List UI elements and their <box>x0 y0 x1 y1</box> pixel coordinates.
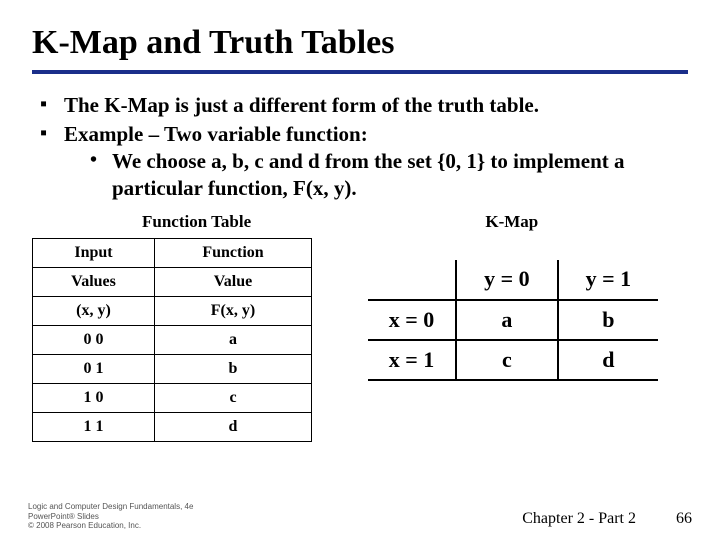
kmap-table: y = 0 y = 1 x = 0 a b x = 1 c d <box>368 260 658 381</box>
slide-title: K-Map and Truth Tables <box>32 24 688 62</box>
copyright-line: Logic and Computer Design Fundamentals, … <box>28 502 193 511</box>
table-row: 1 1 d <box>33 412 312 441</box>
chapter-label: Chapter 2 - Part 2 <box>522 510 636 527</box>
bullet-2: Example – Two variable function: We choo… <box>40 121 688 202</box>
func-xy: 1 1 <box>33 412 155 441</box>
function-table-label: Function Table <box>142 212 251 232</box>
kmap-x0: x = 0 <box>368 300 456 340</box>
func-h1b: Function <box>154 238 311 267</box>
bullet-2a: We choose a, b, c and d from the set {0,… <box>90 148 688 202</box>
kmap-label: K-Map <box>485 212 538 232</box>
function-table: Input Function Values Value (x, y) F(x, … <box>32 238 312 442</box>
kmap-y1: y = 1 <box>558 260 658 300</box>
copyright-line: © 2008 Pearson Education, Inc. <box>28 521 193 530</box>
func-xy: 1 0 <box>33 383 155 412</box>
func-h2b: Value <box>154 267 311 296</box>
func-h1a: Input <box>33 238 155 267</box>
kmap-blank <box>368 260 456 300</box>
func-h3b: F(x, y) <box>154 296 311 325</box>
func-xy: 0 0 <box>33 325 155 354</box>
func-f: b <box>154 354 311 383</box>
title-underline <box>32 70 688 74</box>
bullet-2-text: Example – Two variable function: <box>64 122 368 146</box>
bullet-1: The K-Map is just a different form of th… <box>40 92 688 119</box>
kmap-cell: d <box>558 340 658 380</box>
copyright-line: PowerPoint® Slides <box>28 512 193 521</box>
func-h3a: (x, y) <box>33 296 155 325</box>
table-row: 1 0 c <box>33 383 312 412</box>
func-f: a <box>154 325 311 354</box>
copyright-block: Logic and Computer Design Fundamentals, … <box>28 502 193 530</box>
func-f: c <box>154 383 311 412</box>
kmap-y0: y = 0 <box>456 260 558 300</box>
func-h2a: Values <box>33 267 155 296</box>
table-row: 0 1 b <box>33 354 312 383</box>
kmap-x1: x = 1 <box>368 340 456 380</box>
footer-right: Chapter 2 - Part 2 66 <box>522 510 692 528</box>
func-xy: 0 1 <box>33 354 155 383</box>
kmap-cell: a <box>456 300 558 340</box>
kmap-cell: b <box>558 300 658 340</box>
kmap-cell: c <box>456 340 558 380</box>
bullet-list: The K-Map is just a different form of th… <box>32 92 688 202</box>
table-row: 0 0 a <box>33 325 312 354</box>
page-number: 66 <box>676 510 692 527</box>
func-f: d <box>154 412 311 441</box>
